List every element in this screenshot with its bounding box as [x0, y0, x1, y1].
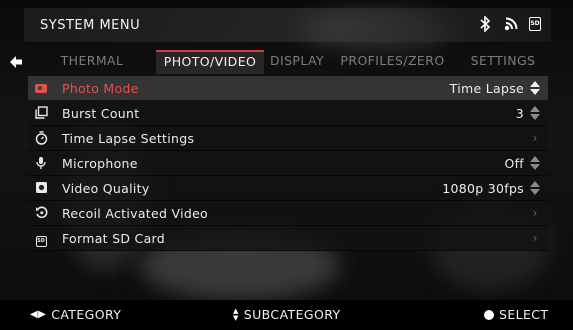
menu-item-video-quality[interactable]: Video Quality 1080p 30fps: [28, 176, 548, 201]
microphone-icon: [34, 156, 48, 170]
video-quality-icon: [34, 181, 48, 195]
hint-select-label: SELECT: [499, 307, 549, 322]
up-down-arrows-icon: ▲ ▼: [233, 306, 239, 322]
menu-item-label: Photo Mode: [62, 81, 139, 96]
menu-item-label: Format SD Card: [62, 231, 165, 246]
recoil-icon: [34, 206, 48, 220]
chevron-right-icon[interactable]: ›: [529, 205, 541, 221]
footer-hints: ◀▶ CATEGORY ▲ ▼ SUBCATEGORY SELECT: [0, 300, 573, 330]
menu-item-label: Burst Count: [62, 106, 140, 121]
up-down-arrows-icon[interactable]: [529, 105, 541, 121]
left-right-arrows-icon: ◀▶: [30, 309, 47, 320]
sd-card-icon: SD: [34, 231, 48, 247]
menu-item-label: Recoil Activated Video: [62, 206, 209, 221]
menu-item-format-sd-card[interactable]: SD Format SD Card ›: [28, 226, 548, 251]
menu-item-microphone[interactable]: Microphone Off: [28, 151, 548, 176]
menu-item-label: Microphone: [62, 156, 138, 171]
header-bar: SYSTEM MENU SD: [24, 8, 551, 42]
up-down-arrows-icon[interactable]: [529, 180, 541, 196]
bluetooth-icon: [477, 15, 493, 33]
menu-item-time-lapse-settings[interactable]: Time Lapse Settings ›: [28, 126, 548, 151]
page-title: SYSTEM MENU: [40, 18, 141, 33]
tab-display[interactable]: DISPLAY: [264, 50, 330, 74]
burst-icon: [34, 106, 48, 120]
category-tabs: THERMAL PHOTO/VIDEO DISPLAY PROFILES/ZER…: [28, 50, 551, 74]
menu-item-value: 3: [515, 106, 524, 121]
status-icons: SD: [477, 15, 541, 33]
menu-item-photo-mode[interactable]: Photo Mode Time Lapse: [28, 76, 548, 101]
tab-photo-video[interactable]: PHOTO/VIDEO: [156, 50, 264, 74]
screen: SYSTEM MENU SD THERMAL PHOTO/VIDEO DISPL…: [0, 0, 573, 330]
tab-thermal[interactable]: THERMAL: [28, 50, 156, 74]
hint-subcategory: ▲ ▼ SUBCATEGORY: [233, 307, 341, 322]
timer-icon: [34, 131, 48, 145]
up-down-arrows-icon[interactable]: [529, 155, 541, 171]
menu-list: Photo Mode Time Lapse Burst Count 3 Time…: [28, 76, 548, 251]
menu-item-value: Off: [504, 156, 524, 171]
up-down-arrows-icon[interactable]: [529, 80, 541, 96]
menu-item-value: Time Lapse: [449, 81, 524, 96]
menu-item-burst-count[interactable]: Burst Count 3: [28, 101, 548, 126]
menu-item-value: 1080p 30fps: [442, 181, 524, 196]
tab-settings[interactable]: SETTINGS: [455, 50, 551, 74]
chevron-right-icon[interactable]: ›: [529, 130, 541, 146]
camera-icon: [34, 81, 48, 95]
back-arrow-icon[interactable]: [8, 54, 24, 70]
sd-card-icon: SD: [529, 17, 541, 31]
tab-profiles-zero[interactable]: PROFILES/ZERO: [330, 50, 455, 74]
menu-item-label: Video Quality: [62, 181, 150, 196]
hint-select: SELECT: [484, 307, 548, 322]
hint-category: ◀▶ CATEGORY: [30, 307, 121, 322]
menu-item-recoil-activated-video[interactable]: Recoil Activated Video ›: [28, 201, 548, 226]
hint-subcategory-label: SUBCATEGORY: [243, 307, 341, 322]
menu-item-label: Time Lapse Settings: [62, 131, 195, 146]
wifi-icon: [503, 16, 519, 32]
select-button-icon: [484, 309, 494, 320]
hint-category-label: CATEGORY: [51, 307, 122, 322]
chevron-right-icon[interactable]: ›: [529, 230, 541, 246]
